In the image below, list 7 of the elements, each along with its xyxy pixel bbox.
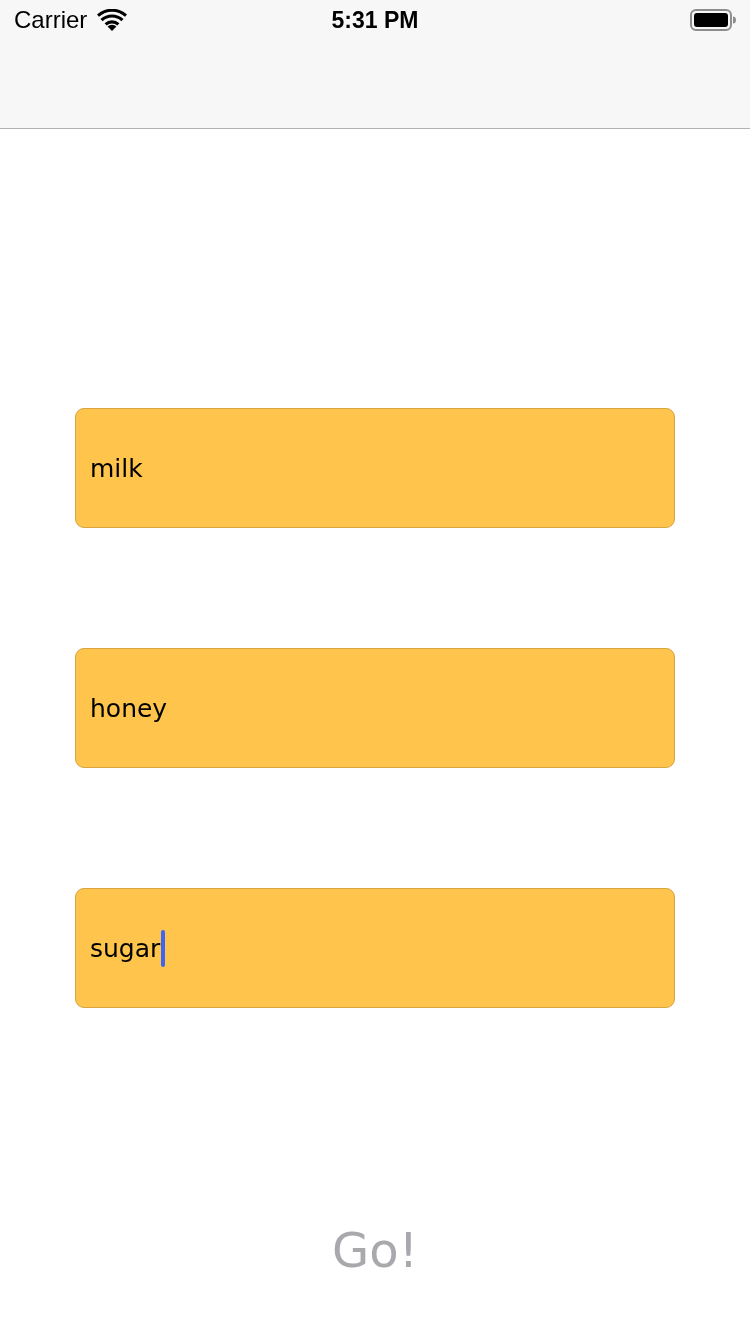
carrier-name: Carrier bbox=[14, 6, 88, 34]
status-time: 5:31 PM bbox=[331, 6, 419, 34]
wifi-icon bbox=[97, 9, 128, 31]
battery-icon bbox=[690, 9, 736, 31]
input-field[interactable]: honey bbox=[75, 648, 675, 768]
input-field[interactable]: sugar bbox=[75, 888, 675, 1008]
input-field[interactable]: milk bbox=[75, 408, 675, 528]
